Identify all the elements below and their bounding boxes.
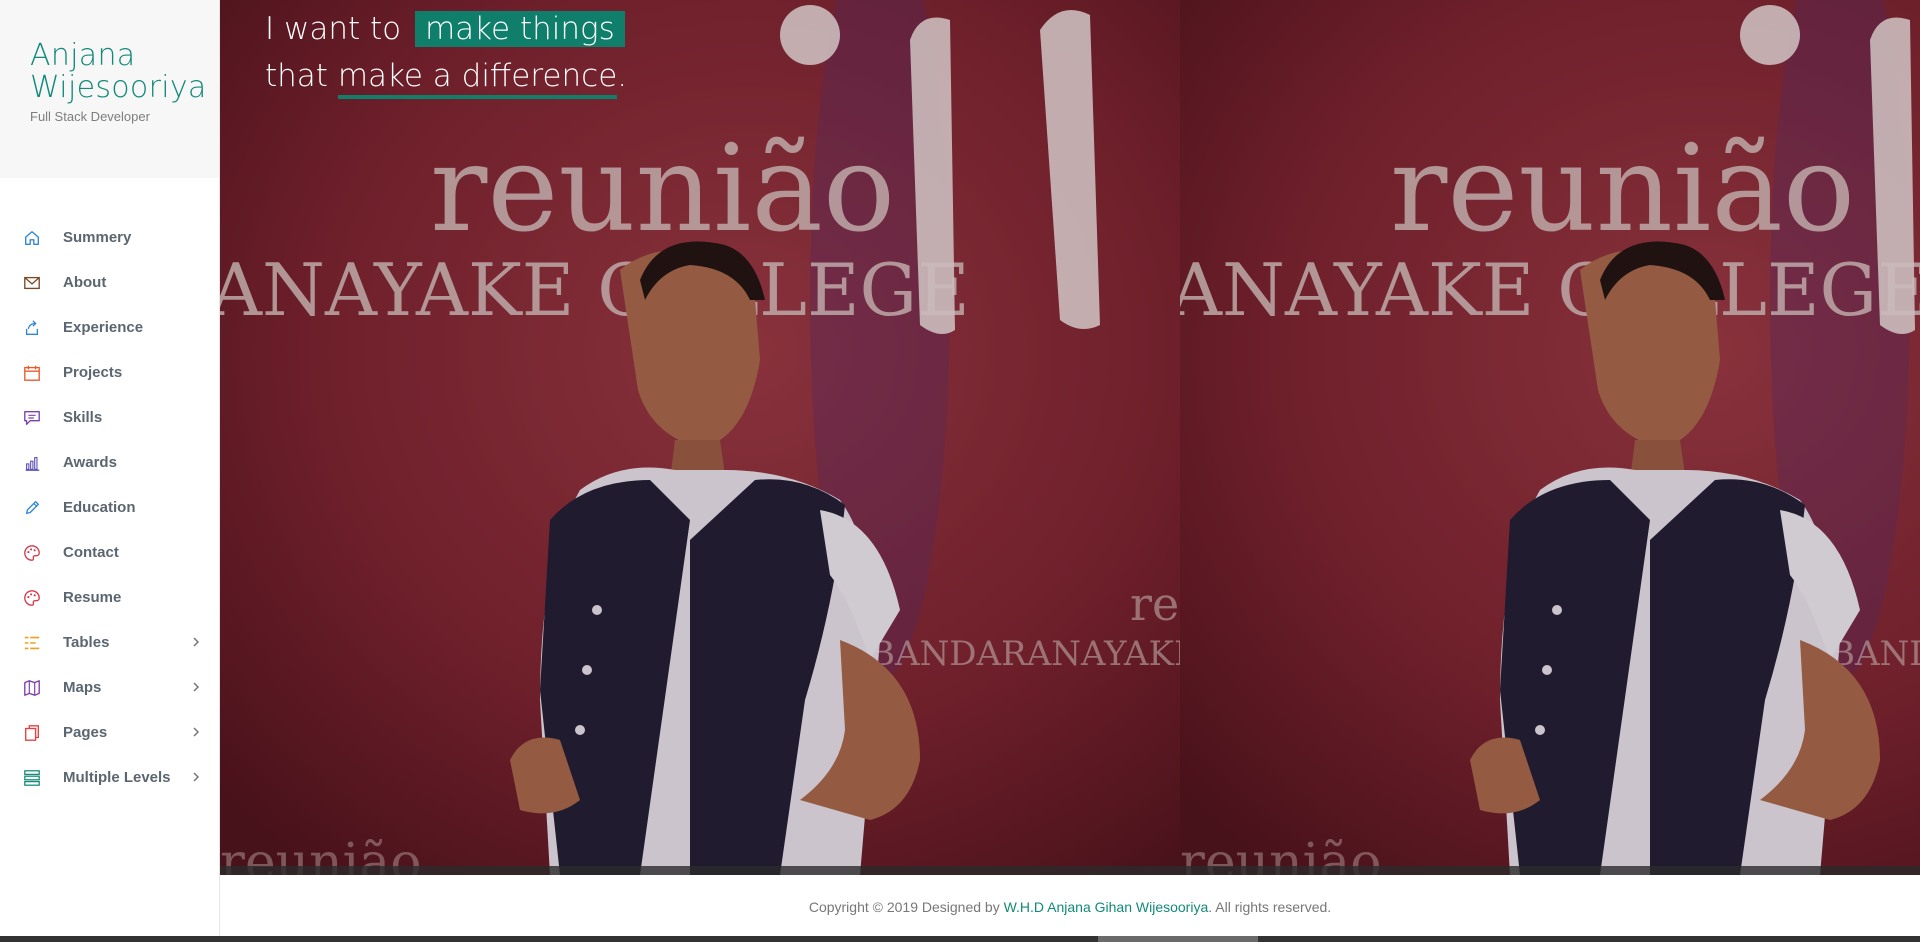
palette-icon [23, 589, 41, 607]
sidebar-item-label: Skills [63, 409, 103, 426]
list-icon [23, 634, 41, 652]
chevron-right-icon [189, 680, 203, 694]
sidebar-item-label: Contact [63, 544, 119, 561]
footer-suffix: . All rights reserved. [1208, 899, 1332, 915]
sidebar: Anjana Wijesooriya Full Stack Developer … [0, 0, 220, 942]
chevron-right-icon [189, 635, 203, 649]
brand-role: Full Stack Developer [30, 109, 150, 124]
sidebar-item-resume[interactable]: Resume [0, 575, 219, 620]
levels-icon [23, 769, 41, 787]
headline-highlight: make things [414, 11, 625, 47]
sidebar-item-maps[interactable]: Maps [0, 665, 219, 710]
sidebar-item-contact[interactable]: Contact [0, 530, 219, 575]
scrollbar-thumb[interactable] [1098, 936, 1258, 942]
pencil-icon [23, 499, 41, 517]
sidebar-item-tables[interactable]: Tables [0, 620, 219, 665]
sidebar-nav: Summery About Experience Projects Skills Awar… [0, 178, 219, 800]
headline-underline: make a difference [337, 58, 618, 99]
sidebar-item-label: Summery [63, 229, 132, 246]
sidebar-item-projects[interactable]: Projects [0, 350, 219, 395]
footer-prefix: Copyright © 2019 Designed by [808, 899, 1000, 915]
bar-chart-icon [23, 454, 41, 472]
sidebar-item-label: About [63, 274, 107, 291]
sidebar-item-label: Education [63, 499, 136, 516]
headline-line1-prefix: I want to [265, 11, 402, 47]
sidebar-item-summery[interactable]: Summery [0, 215, 219, 260]
hero-bottom-strip [220, 866, 1920, 875]
sidebar-item-pages[interactable]: Pages [0, 710, 219, 755]
sidebar-item-label: Resume [63, 589, 122, 606]
hero-headline: I want to make things that make a differ… [265, 6, 627, 100]
headline-line2-prefix: that [265, 58, 328, 94]
sidebar-item-label: Maps [63, 679, 102, 696]
sidebar-item-label: Projects [63, 364, 123, 381]
envelope-icon [23, 274, 41, 292]
main-content: reunião ANAYAKE COLLEGE re BANDARANAYAKE… [220, 0, 1920, 942]
hero-photo-left: reunião ANAYAKE COLLEGE re BANDARANAYAKE… [220, 0, 1180, 875]
brand-block: Anjana Wijesooriya Full Stack Developer [0, 0, 219, 178]
headline-line2: that make a difference. [265, 53, 627, 100]
home-icon [23, 229, 41, 247]
sidebar-item-multiple-levels[interactable]: Multiple Levels [0, 755, 219, 800]
horizontal-scrollbar[interactable] [0, 936, 1920, 942]
brand-name-line1: Anjana [30, 38, 136, 73]
sidebar-item-experience[interactable]: Experience [0, 305, 219, 350]
sidebar-item-skills[interactable]: Skills [0, 395, 219, 440]
brand-name-line2: Wijesooriya [30, 70, 207, 105]
sidebar-item-label: Multiple Levels [63, 769, 171, 786]
headline-line2-suffix: . [617, 58, 628, 94]
sidebar-item-about[interactable]: About [0, 260, 219, 305]
hero-photo-right: reunião ANAYAKE COLLEGE BANDARANAYAKE re… [1180, 0, 1920, 875]
map-icon [23, 679, 41, 697]
sidebar-item-label: Tables [63, 634, 110, 651]
footer: Copyright © 2019 Designed by W.H.D Anjan… [220, 875, 1920, 942]
pages-icon [23, 724, 41, 742]
sidebar-item-awards[interactable]: Awards [0, 440, 219, 485]
share-icon [23, 319, 41, 337]
sidebar-item-label: Pages [63, 724, 108, 741]
chat-icon [23, 409, 41, 427]
palette-icon [23, 544, 41, 562]
calendar-icon [23, 364, 41, 382]
footer-author-link[interactable]: W.H.D Anjana Gihan Wijesooriya [1004, 899, 1209, 915]
chevron-right-icon [189, 770, 203, 784]
brand-name[interactable]: Anjana Wijesooriya [30, 40, 219, 104]
sidebar-item-label: Experience [63, 319, 144, 336]
footer-copyright: Copyright © 2019 Designed by W.H.D Anjan… [220, 875, 1920, 915]
sidebar-item-label: Awards [63, 454, 117, 471]
sidebar-item-education[interactable]: Education [0, 485, 219, 530]
headline-line1: I want to make things [265, 6, 627, 53]
chevron-right-icon [189, 725, 203, 739]
hero-banner: reunião ANAYAKE COLLEGE re BANDARANAYAKE… [220, 0, 1920, 875]
